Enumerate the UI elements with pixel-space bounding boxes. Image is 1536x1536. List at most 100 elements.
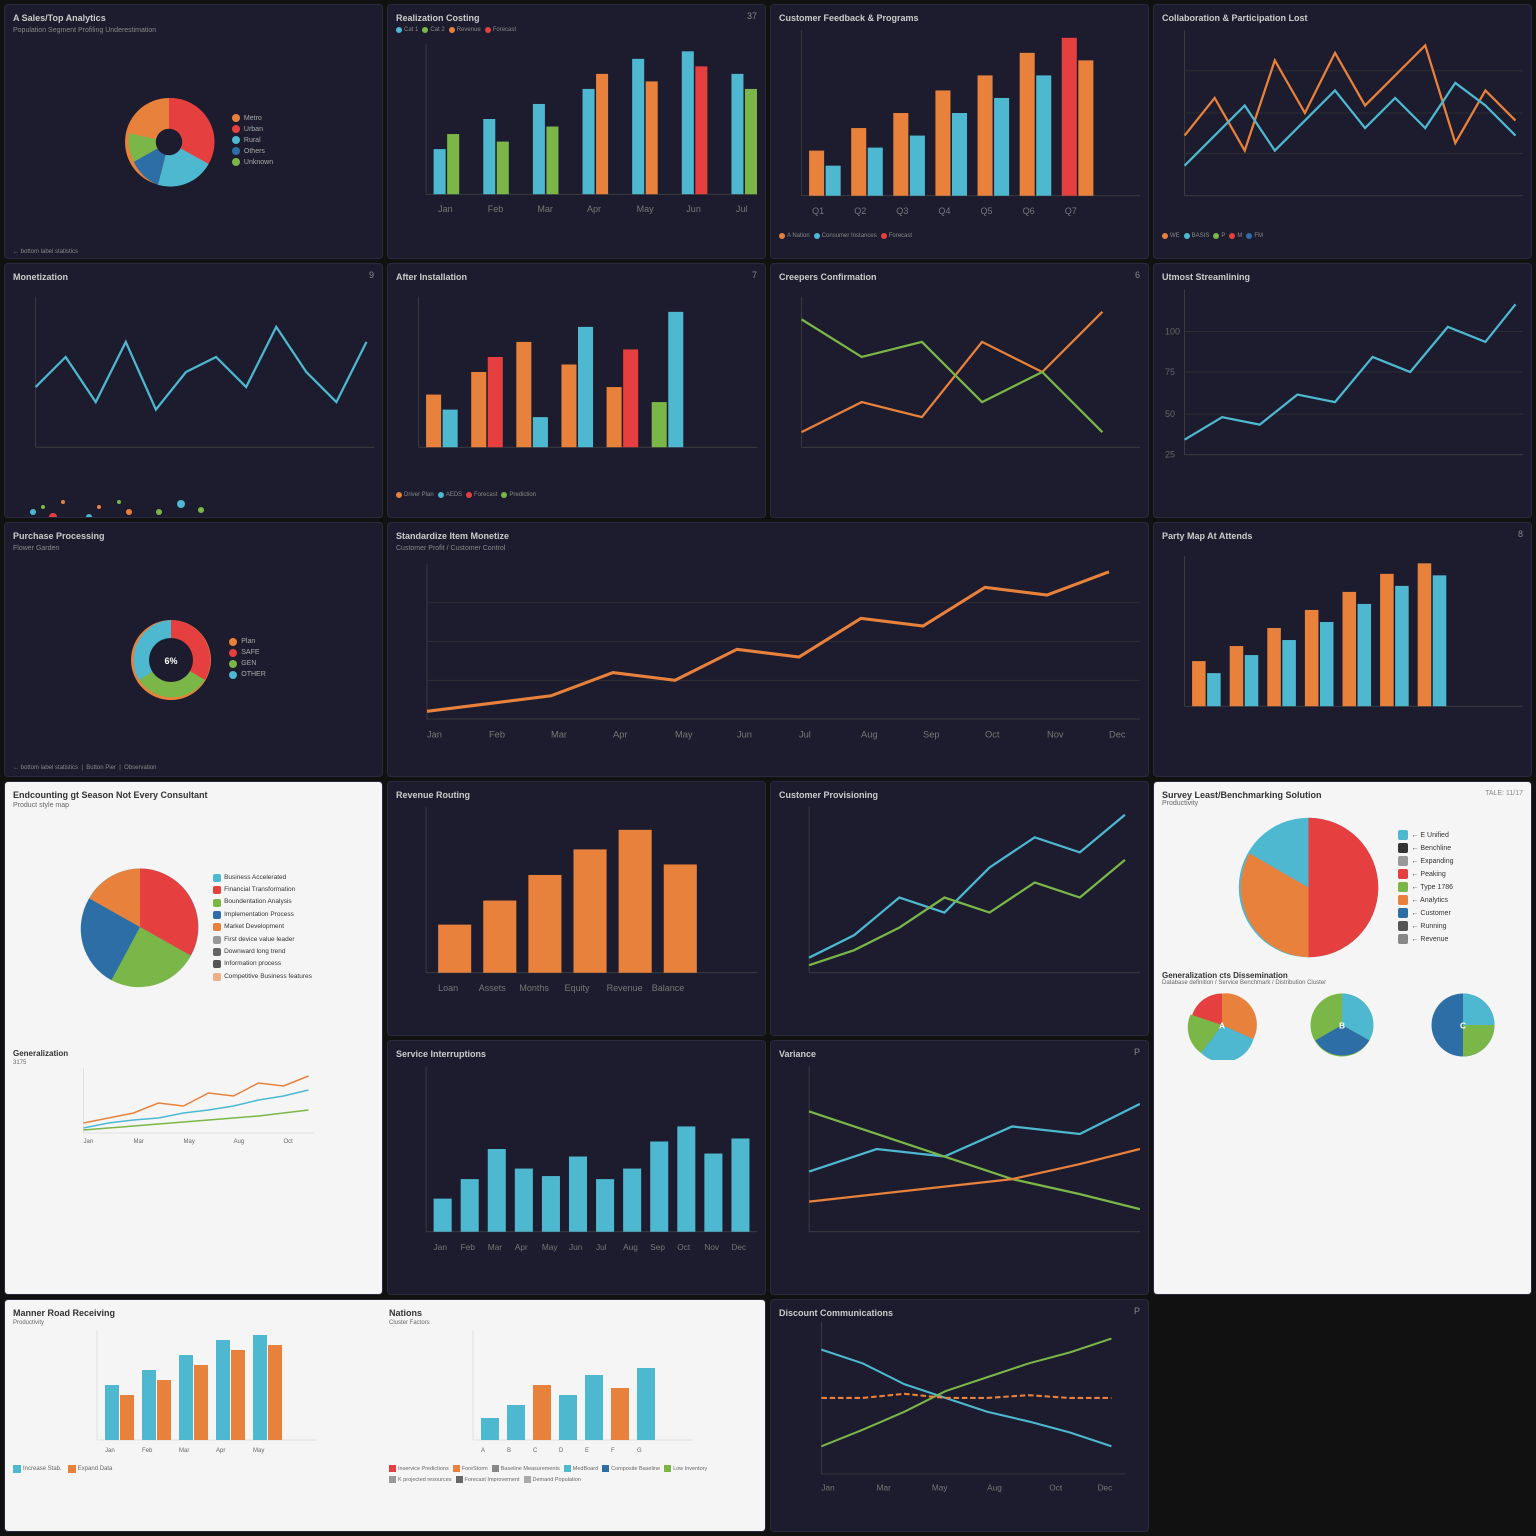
panel-12-title: Endcounting gt Season Not Every Consulta… bbox=[13, 790, 374, 800]
panel-line-4: Collaboration & Participation Lost WE BA… bbox=[1153, 4, 1532, 259]
line-svg-5 bbox=[13, 286, 374, 488]
panel-bar-11: Party Map At Attends 8 bbox=[1153, 522, 1532, 777]
panel-17-subtitle: Productivity bbox=[1162, 800, 1322, 807]
panel-19-title: Service Interruptions bbox=[396, 1049, 757, 1059]
svg-text:Aug: Aug bbox=[623, 1243, 638, 1252]
panel-9-chart: 6% Plan SAFE GEN OTHER bbox=[13, 556, 374, 763]
panel-bar-3: Customer Feedback & Programs Q1 bbox=[770, 4, 1149, 259]
svg-text:Months: Months bbox=[519, 983, 549, 993]
scatter-1 bbox=[13, 492, 73, 518]
bar-svg-2: Jan Feb Mar Apr May Jun Jul bbox=[396, 33, 757, 235]
panel-22-title: Nations bbox=[389, 1308, 757, 1318]
bar-svg-13: Loan Assets Months Equity Revenue Balanc… bbox=[396, 804, 757, 1006]
svg-text:G: G bbox=[637, 1448, 642, 1454]
svg-text:Q5: Q5 bbox=[981, 206, 993, 216]
dashboard: A Sales/Top Analytics Population Segment… bbox=[0, 0, 1536, 1536]
svg-text:Q4: Q4 bbox=[938, 206, 950, 216]
panel-14-chart bbox=[779, 804, 1140, 1006]
panel-20-chart bbox=[779, 1063, 1140, 1265]
panel-9-footer: ← bottom label statistics | Button Pier … bbox=[13, 765, 374, 771]
panel-8-title: Utmost Streamlining bbox=[1162, 272, 1523, 282]
svg-text:May: May bbox=[675, 730, 693, 740]
donut-svg-9: 6% bbox=[121, 610, 221, 710]
svg-text:Jun: Jun bbox=[686, 204, 701, 214]
svg-text:B: B bbox=[507, 1448, 511, 1454]
panel-7-number: 6 bbox=[1135, 270, 1140, 280]
panel-bar-2: Realization Costing 37 Cat 1 Cat 2 Reven… bbox=[387, 4, 766, 259]
pie-svg-17 bbox=[1231, 810, 1386, 965]
svg-text:Apr: Apr bbox=[587, 204, 601, 214]
svg-text:6%: 6% bbox=[165, 656, 178, 666]
bar-svg-6 bbox=[396, 286, 757, 488]
panel-13-title: Revenue Routing bbox=[396, 790, 757, 800]
panel-7-chart bbox=[779, 286, 1140, 488]
svg-text:Jan: Jan bbox=[84, 1139, 94, 1145]
panel-white-nations: Manner Road Receiving Productivity Jan bbox=[4, 1299, 766, 1532]
svg-text:D: D bbox=[559, 1448, 564, 1454]
panel-20-title: Variance bbox=[779, 1049, 1140, 1059]
panel-5-chart bbox=[13, 286, 374, 488]
svg-text:Dec: Dec bbox=[1098, 1484, 1113, 1493]
panel-3-legend: A Nation Consumer Instances Forecast bbox=[779, 233, 1140, 239]
panel-12-chart: Business Accelerated Financial Transform… bbox=[13, 813, 374, 1041]
panel-4-chart bbox=[1162, 27, 1523, 229]
panel-22-content: Nations Cluster Factors A B C D E bbox=[389, 1308, 757, 1523]
panel-5-scatter bbox=[13, 492, 374, 518]
panel-21-content: Manner Road Receiving Productivity Jan bbox=[13, 1308, 381, 1523]
panel-17-header: Survey Least/Benchmarking Solution Produ… bbox=[1162, 790, 1523, 807]
line-svg-20 bbox=[779, 1063, 1140, 1265]
svg-text:Aug: Aug bbox=[234, 1139, 245, 1145]
svg-text:A: A bbox=[481, 1448, 485, 1454]
panel-6-legend: Driver Plan AEDS Forecast Prediction bbox=[396, 492, 757, 498]
svg-text:Jan: Jan bbox=[434, 1243, 448, 1252]
svg-text:E: E bbox=[585, 1448, 589, 1454]
svg-text:F: F bbox=[611, 1448, 615, 1454]
panel-14-title: Customer Provisioning bbox=[779, 790, 1140, 800]
panel-6-number: 7 bbox=[752, 270, 757, 280]
panel-7-title: Creepers Confirmation bbox=[779, 272, 1140, 282]
svg-text:Feb: Feb bbox=[489, 730, 505, 740]
panel-line-14: Customer Provisioning bbox=[770, 781, 1149, 1036]
svg-text:May: May bbox=[184, 1139, 195, 1145]
svg-text:Nov: Nov bbox=[1047, 730, 1064, 740]
panel-17-number: TALE: 11/17 bbox=[1485, 790, 1523, 797]
panel-15-title: Discount Communications bbox=[779, 1308, 1140, 1318]
svg-text:Jul: Jul bbox=[799, 730, 811, 740]
panel-11-number: 8 bbox=[1518, 529, 1523, 539]
panel-15-chart: Jan Mar May Aug Oct Dec bbox=[779, 1322, 1140, 1502]
bar-svg-19: Jan Feb Mar Apr May Jun Jul Aug Sep Oct … bbox=[396, 1063, 757, 1265]
svg-text:Equity: Equity bbox=[564, 983, 590, 993]
svg-text:May: May bbox=[932, 1484, 948, 1493]
panel-21-title: Manner Road Receiving bbox=[13, 1308, 381, 1318]
panel-1-subtitle: Population Segment Profiling Underestima… bbox=[13, 27, 374, 34]
panel-16-number: 3175 bbox=[13, 1060, 374, 1066]
svg-text:Jan: Jan bbox=[438, 204, 453, 214]
panel-line-5: Monetization 9 bbox=[4, 263, 383, 518]
panel-8-chart: 100 75 50 25 bbox=[1162, 286, 1523, 488]
svg-text:Mar: Mar bbox=[134, 1139, 144, 1145]
panel-bar-19: Service Interruptions Jan Feb Mar bbox=[387, 1040, 766, 1295]
svg-text:Mar: Mar bbox=[179, 1448, 189, 1454]
line-svg-8: 100 75 50 25 bbox=[1162, 286, 1523, 488]
panel-1-footer: ← bottom label statistics bbox=[13, 249, 374, 255]
scatter-2 bbox=[81, 492, 141, 518]
pie-chart-1 bbox=[114, 87, 224, 197]
line-svg-14 bbox=[779, 804, 1140, 1006]
svg-text:C: C bbox=[533, 1448, 538, 1454]
panel-line-10: Standardize Item Monetize Customer Profi… bbox=[387, 522, 1149, 777]
panel-pie-large-white-17: Survey Least/Benchmarking Solution Produ… bbox=[1153, 781, 1532, 1295]
panel-10-subtitle: Customer Profit / Customer Control bbox=[396, 545, 1140, 552]
svg-text:Nov: Nov bbox=[704, 1243, 720, 1252]
svg-text:Aug: Aug bbox=[987, 1484, 1002, 1493]
panel-18-title: Generalization cts Dissemination bbox=[1162, 971, 1523, 980]
pie-18b: B bbox=[1307, 990, 1377, 1060]
svg-text:May: May bbox=[253, 1448, 264, 1454]
svg-text:Apr: Apr bbox=[216, 1448, 225, 1454]
panel-3-title: Customer Feedback & Programs bbox=[779, 13, 1140, 23]
panel-22-subtitle: Cluster Factors bbox=[389, 1320, 757, 1326]
svg-text:Dec: Dec bbox=[1109, 730, 1126, 740]
svg-text:Jan: Jan bbox=[821, 1484, 835, 1493]
bar-svg-21: Jan Feb Mar Apr May bbox=[13, 1330, 381, 1460]
panel-line-8: Utmost Streamlining 100 75 50 25 bbox=[1153, 263, 1532, 518]
svg-text:Jun: Jun bbox=[569, 1243, 583, 1252]
